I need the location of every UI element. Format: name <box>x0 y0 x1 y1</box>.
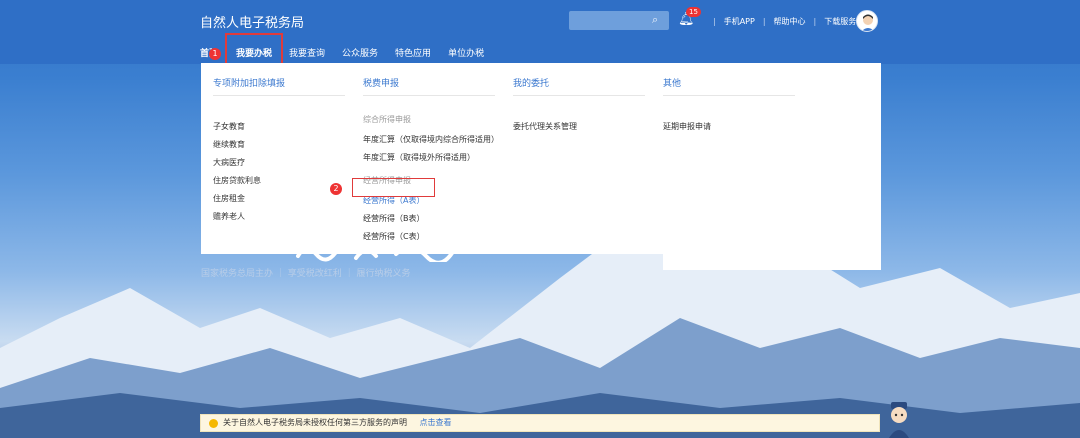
menu-item[interactable]: 子女教育 <box>213 118 345 136</box>
menu-column-tax-filing: 税费申报 综合所得申报 年度汇算（仅取得境内综合所得适用） 年度汇算（取得境外所… <box>363 76 499 246</box>
divider: | <box>713 17 716 26</box>
mascot-icon[interactable] <box>886 400 912 438</box>
site-title[interactable]: 自然人电子税务局 <box>200 12 304 31</box>
menu-item[interactable]: 年度汇算（取得境外所得适用） <box>363 149 499 167</box>
menu-item[interactable]: 住房贷款利息 <box>213 172 345 190</box>
step-marker-2: 2 <box>330 183 342 195</box>
menu-heading[interactable]: 其他 <box>663 76 795 96</box>
divider: | <box>813 17 817 26</box>
menu-item[interactable]: 大病医疗 <box>213 154 345 172</box>
menu-group-label: 综合所得申报 <box>363 115 411 124</box>
nav-company-tax[interactable]: 单位办税 <box>448 46 484 59</box>
step-marker-1: 1 <box>209 48 221 60</box>
search-input[interactable]: ⌕ <box>569 11 669 30</box>
menu-heading[interactable]: 我的委托 <box>513 76 645 96</box>
download-link[interactable]: 下载服务 <box>824 16 856 27</box>
menu-item[interactable]: 住房租金 <box>213 190 345 208</box>
highlight-box-menu <box>352 178 435 197</box>
top-header <box>0 0 1080 64</box>
menu-item[interactable]: 延期申报申请 <box>663 118 795 136</box>
slogan: 国家税务总局主办 ｜ 享受税改红利 ｜ 履行纳税义务 <box>201 269 411 279</box>
menu-item[interactable]: 继续教育 <box>213 136 345 154</box>
menu-heading[interactable]: 专项附加扣除填报 <box>213 76 345 96</box>
top-links: | 手机APP | 帮助中心 | 下载服务 <box>705 16 856 27</box>
calligraphy-decoration <box>296 245 456 262</box>
menu-item[interactable]: 经营所得（B表） <box>363 210 499 228</box>
login-card-edge <box>663 254 881 270</box>
help-center-link[interactable]: 帮助中心 <box>774 16 806 27</box>
nav-featured-apps[interactable]: 特色应用 <box>395 46 431 59</box>
menu-column-delegation: 我的委托 委托代理关系管理 <box>513 76 645 136</box>
menu-column-other: 其他 延期申报申请 <box>663 76 795 136</box>
notice-bar: 关于自然人电子税务局未授权任何第三方服务的声明 点击查看 <box>200 414 880 432</box>
nav-public-service[interactable]: 公众服务 <box>342 46 378 59</box>
divider: | <box>762 17 766 26</box>
notification-badge: 15 <box>686 7 701 17</box>
search-icon[interactable]: ⌕ <box>652 14 664 26</box>
menu-column-deductions: 专项附加扣除填报 子女教育 继续教育 大病医疗 住房贷款利息 住房租金 赡养老人 <box>213 76 345 226</box>
notice-link[interactable]: 点击查看 <box>420 418 452 427</box>
menu-item[interactable]: 赡养老人 <box>213 208 345 226</box>
notice-text: 关于自然人电子税务局未授权任何第三方服务的声明 <box>223 418 407 427</box>
mobile-app-link[interactable]: 手机APP <box>724 16 755 27</box>
avatar[interactable] <box>856 10 878 32</box>
menu-item[interactable]: 年度汇算（仅取得境内综合所得适用） <box>363 131 499 149</box>
menu-heading[interactable]: 税费申报 <box>363 76 495 96</box>
nav-query[interactable]: 我要查询 <box>289 46 325 59</box>
menu-item[interactable]: 委托代理关系管理 <box>513 118 645 136</box>
dropdown-menu: 专项附加扣除填报 子女教育 继续教育 大病医疗 住房贷款利息 住房租金 赡养老人… <box>201 63 881 254</box>
info-icon <box>209 419 218 428</box>
